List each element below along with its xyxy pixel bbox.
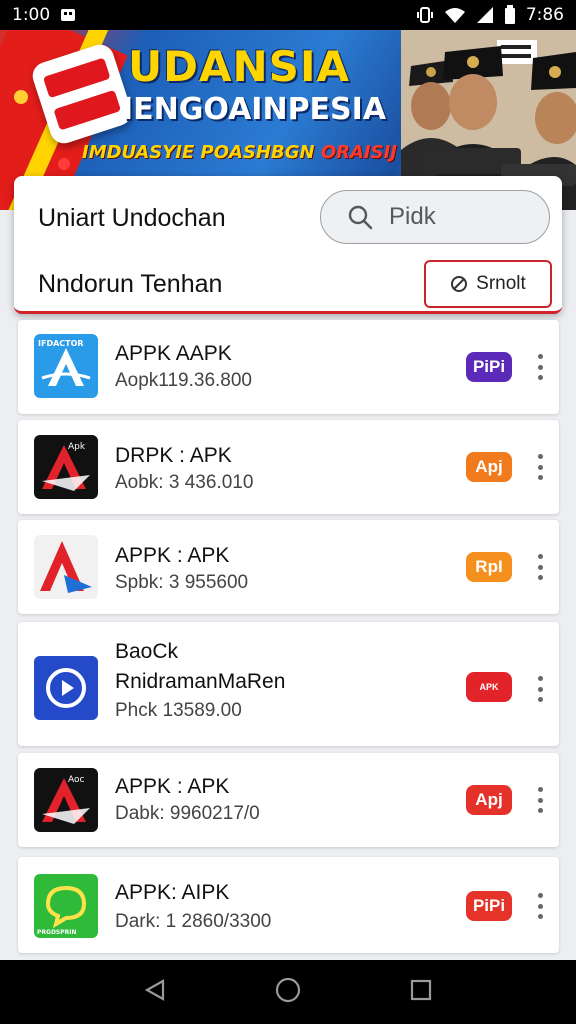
apk-badge[interactable]: Apj [466, 452, 512, 482]
banner-decoration [14, 90, 28, 104]
apk-badge[interactable]: Apj [466, 785, 512, 815]
search-icon [347, 204, 373, 230]
clock-right: 7:86 [525, 5, 564, 25]
app-name: APPK : APK [115, 544, 230, 567]
icon-label: Aoc [68, 775, 85, 785]
search-placeholder: Pidk [389, 203, 436, 230]
list-item[interactable]: BaoCk RnidramanMaRen Phck 13589.00 APK [18, 622, 559, 746]
a-black-red-icon: Apk [34, 435, 98, 499]
apk-badge[interactable]: PiPi [466, 352, 512, 382]
recents-icon[interactable] [409, 978, 433, 1007]
more-icon[interactable] [532, 454, 548, 480]
apk-badge[interactable]: APK [466, 672, 512, 702]
block-icon [450, 275, 468, 293]
app-name: DRPK : APK [115, 444, 232, 467]
vibrate-icon [416, 6, 434, 24]
app-name: APPK : APK [115, 775, 230, 798]
play-blue-icon [34, 656, 98, 720]
list-item[interactable]: PRGDSPRIN APPK: AIPK Dark: 1 2860/3300 P… [18, 857, 559, 953]
list-item[interactable]: APPK : APK Spbk: 3 955600 RpI [18, 520, 559, 614]
navigation-bar [0, 960, 576, 1024]
app-size: Dark: 1 2860/3300 [115, 911, 272, 932]
more-icon[interactable] [532, 787, 548, 813]
sort-button[interactable]: Srnolt [424, 260, 552, 308]
search-input[interactable]: Pidk [320, 190, 550, 244]
app-size: Spbk: 3 955600 [115, 572, 249, 593]
app-name: BaoCk [115, 640, 179, 663]
app-name-line2: RnidramanMaRen [115, 670, 286, 693]
signal-icon [476, 6, 494, 24]
card-title: Uniart Undochan [38, 204, 226, 232]
list-item[interactable]: Apk DRPK : APK Aobk: 3 436.010 Apj [18, 420, 559, 514]
banner-tagline: IMDUASYIE POASHBGN ORAISIJ [82, 142, 397, 163]
wifi-icon [444, 6, 466, 24]
home-icon[interactable] [274, 976, 302, 1009]
status-bar: 1:00 7:86 [0, 0, 576, 30]
more-icon[interactable] [532, 676, 548, 702]
green-chat-icon: PRGDSPRIN [34, 874, 98, 938]
battery-icon [504, 5, 516, 25]
more-icon[interactable] [532, 354, 548, 380]
banner-tagline-a: IMDUASYIE POASHBGN [82, 142, 315, 163]
apk-badge[interactable]: PiPi [466, 891, 512, 921]
app-name: APPK: AIPK [115, 881, 230, 904]
banner-title: UDANSIA [128, 42, 351, 91]
card-subtitle: Nndorun Tenhan [38, 270, 223, 298]
app-size: Dabk: 9960217/0 [115, 803, 260, 824]
clock: 1:00 [12, 5, 51, 25]
app-name: APPK AAPK [115, 342, 232, 365]
sort-label: Srnolt [476, 273, 526, 294]
a-white-red-icon [34, 535, 98, 599]
back-icon[interactable] [143, 978, 167, 1007]
banner-tagline-b: ORAISIJ [320, 142, 397, 163]
apk-badge[interactable]: RpI [466, 552, 512, 582]
a-blue-icon: IFDACTOR [34, 334, 98, 398]
app-size: Aopk119.36.800 [115, 370, 252, 391]
app-size: Phck 13589.00 [115, 700, 242, 721]
banner-decoration [58, 158, 70, 170]
filter-card: Uniart Undochan Pidk Nndorun Tenhan Srno… [14, 176, 562, 314]
more-icon[interactable] [532, 554, 548, 580]
a-black-red-icon: Aoc [34, 768, 98, 832]
list-item[interactable]: IFDACTOR APPK AAPK Aopk119.36.800 PiPi [18, 320, 559, 414]
more-icon[interactable] [532, 893, 548, 919]
notification-icon [60, 7, 76, 23]
banner-subtitle: IENGOAINPESIA [122, 92, 387, 127]
list-item[interactable]: Aoc APPK : APK Dabk: 9960217/0 Apj [18, 753, 559, 847]
app-size: Aobk: 3 436.010 [115, 472, 254, 493]
icon-label: Apk [68, 442, 86, 452]
icon-label: PRGDSPRIN [37, 929, 77, 936]
icon-label: IFDACTOR [38, 339, 84, 348]
